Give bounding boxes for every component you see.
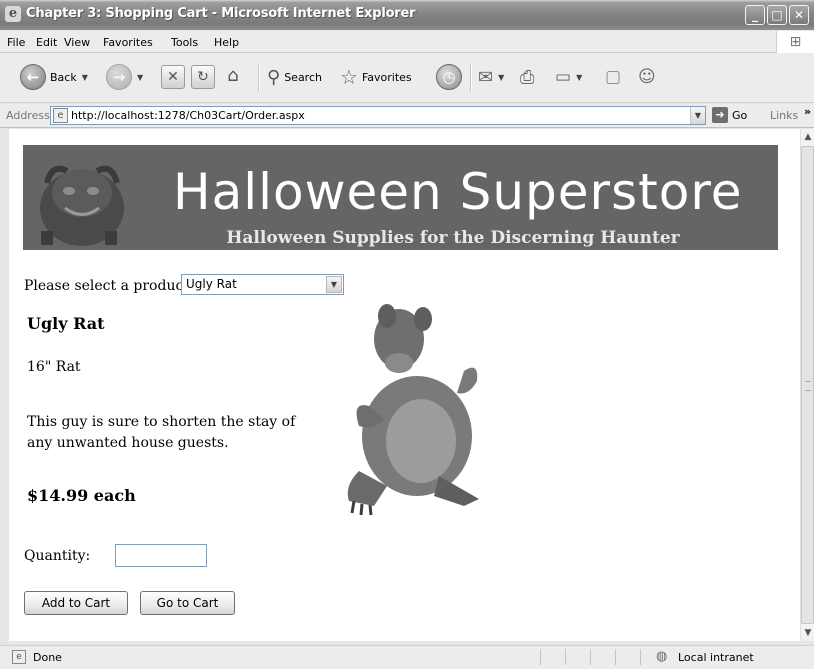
forward-dropdown-icon[interactable]: ▼ [137,73,143,82]
status-divider [590,649,591,665]
history-button[interactable]: ◷ [436,63,462,91]
chevron-down-icon[interactable]: ▼ [326,276,342,293]
mail-dropdown-icon[interactable]: ▼ [498,73,504,82]
product-short-description: 16" Rat [27,359,81,375]
address-dropdown-icon[interactable]: ▼ [690,107,705,124]
close-button[interactable]: ✕ [789,5,809,25]
toolbar-separator [258,63,260,91]
printer-icon: ⎙ [520,66,535,88]
mail-button[interactable]: ✉ ▼ [478,63,504,91]
address-input[interactable]: e http://localhost:1278/Ch03Cart/Order.a… [50,106,706,125]
scroll-up-icon[interactable]: ▲ [801,129,814,145]
history-icon: ◷ [436,64,462,90]
home-button[interactable]: ⌂ [221,63,245,91]
product-select-value: Ugly Rat [186,277,237,291]
windows-logo-icon: ⊞ [776,31,814,53]
scroll-down-icon[interactable]: ▼ [801,625,814,641]
creature-logo-icon [40,165,124,246]
product-price: $14.99 each [27,486,136,505]
minimize-button[interactable]: _ [745,5,765,25]
banner: Halloween Superstore Halloween Supplies … [23,145,778,250]
ie-icon: e [5,6,21,22]
edit-icon: ▭ [555,67,572,87]
status-divider [565,649,566,665]
go-arrow-icon: ➜ [712,107,728,123]
discuss-icon: ▢ [605,67,622,87]
forward-arrow-icon: → [106,64,132,90]
go-to-cart-button[interactable]: Go to Cart [140,591,235,615]
home-icon: ⌂ [227,65,239,86]
go-button[interactable]: ➜ Go [712,107,747,123]
vertical-scrollbar[interactable]: ▲ ▼ [800,129,814,641]
page-icon: e [53,108,68,123]
edit-button[interactable]: ▭ ▼ [555,63,582,91]
mail-icon: ✉ [478,66,494,88]
favorites-star-icon: ☆ [340,65,358,89]
product-select-label: Please select a product: [24,278,194,294]
menu-view[interactable]: View [64,36,90,49]
refresh-icon: ↻ [191,65,215,89]
quantity-label: Quantity: [24,548,91,564]
banner-title: Halloween Superstore [173,163,743,221]
print-button[interactable]: ⎙ [520,63,534,91]
page-done-icon: e [12,650,26,664]
intranet-zone-icon: ◍ [656,649,668,664]
search-icon: ⚲ [267,66,281,88]
favorites-label: Favorites [361,70,412,84]
menu-help[interactable]: Help [214,36,239,49]
scroll-thumb[interactable] [801,146,814,624]
back-arrow-icon: ← [20,64,46,90]
edit-dropdown-icon[interactable]: ▼ [576,73,582,82]
address-url[interactable]: http://localhost:1278/Ch03Cart/Order.asp… [71,109,305,122]
menu-favorites[interactable]: Favorites [103,36,153,49]
status-divider [640,649,641,665]
back-button[interactable]: ← Back ▼ [20,63,88,91]
search-label: Search [284,70,322,84]
address-bar: Address e http://localhost:1278/Ch03Cart… [0,104,814,128]
status-bar: e Done ◍ Local intranet [0,645,814,669]
window-title: Chapter 3: Shopping Cart - Microsoft Int… [26,6,416,21]
address-label: Address [6,109,50,122]
stop-icon: ✕ [161,65,185,89]
refresh-button[interactable]: ↻ [191,63,215,91]
security-zone: Local intranet [678,651,754,664]
links-chevron-icon[interactable]: » [804,105,811,118]
menu-tools[interactable]: Tools [171,36,198,49]
product-select[interactable]: Ugly Rat ▼ [181,274,344,295]
back-dropdown-icon[interactable]: ▼ [82,73,88,82]
discuss-button[interactable]: ▢ [605,63,621,91]
maximize-button[interactable]: □ [767,5,787,25]
status-text: Done [33,651,62,664]
title-bar: e Chapter 3: Shopping Cart - Microsoft I… [0,0,814,30]
menu-edit[interactable]: Edit [36,36,57,49]
menu-file[interactable]: File [7,36,25,49]
status-divider [540,649,541,665]
page-content: Halloween Superstore Halloween Supplies … [9,129,800,641]
search-button[interactable]: ⚲ Search [267,63,322,91]
messenger-icon: ☺ [638,67,656,87]
go-label: Go [732,108,748,122]
quantity-input[interactable] [115,544,207,567]
banner-subtitle: Halloween Supplies for the Discerning Ha… [226,228,680,248]
toolbar-separator [470,63,472,91]
product-name: Ugly Rat [27,314,105,333]
status-divider [615,649,616,665]
content-frame [0,129,9,641]
stop-button[interactable]: ✕ [161,63,185,91]
menu-bar: File Edit View Favorites Tools Help ⊞ [0,31,814,53]
links-label[interactable]: Links [770,109,798,122]
favorites-button[interactable]: ☆ Favorites [340,63,412,91]
scroll-grip-icon [805,381,811,391]
toolbar: ← Back ▼ → ▼ ✕ ↻ ⌂ ⚲ Search ☆ Favorites … [0,53,814,103]
product-long-description: This guy is sure to shorten the stay of … [27,414,296,451]
add-to-cart-button[interactable]: Add to Cart [24,591,128,615]
back-label: Back [50,70,77,84]
forward-button[interactable]: → ▼ [106,63,143,91]
product-image [347,304,479,516]
messenger-button[interactable]: ☺ [638,63,656,91]
